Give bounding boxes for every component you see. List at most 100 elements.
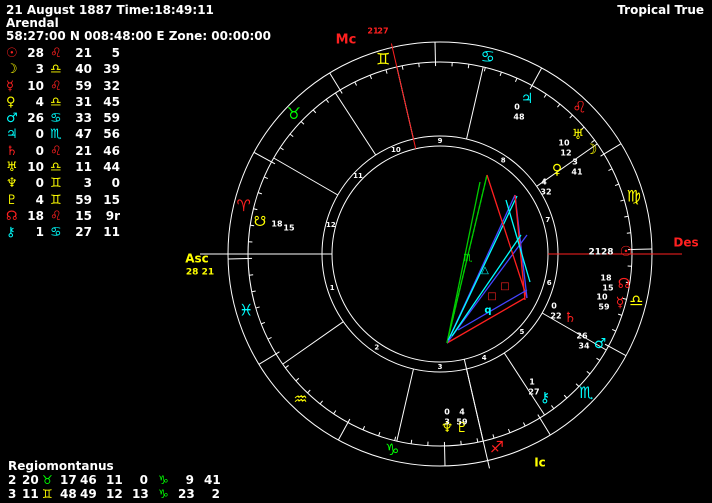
house-cusp-line xyxy=(503,352,545,416)
planet-glyph-icon: ♅ xyxy=(572,127,585,143)
planet-degree: 4 xyxy=(459,408,465,417)
planet-glyph-icon: ☽ xyxy=(585,142,598,158)
house-cusp-line xyxy=(536,143,598,187)
aspect-glyph-icon: ♏ xyxy=(464,253,473,264)
planet-degree: 10 xyxy=(27,160,44,175)
planet-minute: 15 xyxy=(75,208,92,223)
midheaven-degree: 21 xyxy=(367,27,379,36)
sign-glyph-icon: ♌ xyxy=(50,46,62,61)
house-cusp-line xyxy=(466,66,484,140)
midheaven-minute: 27 xyxy=(377,27,388,36)
degree-tick xyxy=(617,313,623,316)
aspect-line xyxy=(446,234,528,344)
planet-glyph-icon: ☊ xyxy=(618,276,630,292)
degree-tick xyxy=(557,103,561,108)
sign-boundary xyxy=(608,345,627,357)
degree-tick xyxy=(378,431,381,437)
degree-tick xyxy=(529,85,533,90)
degree-tick xyxy=(476,438,479,443)
planet-minute: 59 xyxy=(75,78,92,93)
house-minute: 0 xyxy=(139,473,148,487)
planet-glyph-icon: ☊ xyxy=(6,208,18,224)
planet-degree: 0 xyxy=(35,143,44,158)
sign-glyph-icon: ♌ xyxy=(50,143,62,159)
planet-glyph-icon: ♀ xyxy=(552,162,562,178)
imum-coeli-label: Ic xyxy=(534,456,546,470)
planet-glyph-icon: ⚷ xyxy=(540,390,550,406)
degree-tick xyxy=(333,410,337,415)
house-system-name: Regiomontanus xyxy=(8,459,114,473)
degree-tick xyxy=(362,426,366,431)
planet-minute: 48 xyxy=(513,113,525,122)
house-value: 49 xyxy=(80,487,97,501)
descendant-label: Des xyxy=(673,236,698,250)
aspect-line xyxy=(505,199,531,283)
zodiac-sign-icon: ♌ xyxy=(572,97,586,116)
planet-minute: 21 xyxy=(75,143,92,158)
planet-degree: 10 xyxy=(558,139,570,148)
degree-tick xyxy=(325,99,329,103)
planet-minute: 32 xyxy=(540,188,551,197)
aspect-glyph-icon: △ xyxy=(481,265,489,276)
degree-tick xyxy=(537,414,541,419)
planet-minute: 12 xyxy=(560,149,571,158)
planet-minute: 40 xyxy=(75,62,92,77)
aspect-line xyxy=(451,234,522,337)
planet-glyph-icon: ♇ xyxy=(6,192,18,208)
planet-minute: 59 xyxy=(75,192,92,207)
aspect-line xyxy=(446,174,488,344)
planet-degree: 18 xyxy=(27,208,44,223)
aspect-line xyxy=(457,289,528,331)
aspect-line xyxy=(446,174,488,344)
house-degree: 23 xyxy=(178,487,195,501)
degree-tick xyxy=(624,215,629,218)
wheel-ring xyxy=(247,61,633,447)
zodiac-sign-icon: ♐ xyxy=(490,437,504,456)
house-value: 46 xyxy=(80,473,97,487)
planet-glyph-icon: ♆ xyxy=(6,176,18,192)
aspect-line xyxy=(514,194,528,299)
house-number-label: 10 xyxy=(391,146,401,154)
planet-degree: 1 xyxy=(35,225,44,240)
planet-glyph-icon: ♃ xyxy=(6,127,18,143)
degree-tick xyxy=(614,183,620,187)
zodiac-sign-icon: ♍ xyxy=(627,187,641,206)
chart-coordinates: 58:27:00 N 008:48:00 E Zone: 00:00:00 xyxy=(6,29,271,43)
sign-glyph-icon: ♏ xyxy=(50,127,62,143)
degree-tick xyxy=(410,439,413,444)
house-minute: 2 xyxy=(211,487,220,501)
degree-tick xyxy=(312,109,317,114)
degree-tick xyxy=(514,77,518,82)
degree-tick xyxy=(250,224,255,227)
aspect-glyph-icon: q xyxy=(484,305,491,316)
planet-glyph-icon: ♀ xyxy=(6,94,16,110)
degree-tick xyxy=(483,67,486,72)
aspect-line xyxy=(446,194,516,344)
planet-minute: 15 xyxy=(283,224,295,233)
planet-degree: 4 xyxy=(35,192,44,207)
degree-tick xyxy=(401,65,404,70)
midheaven-axis-line xyxy=(390,43,417,149)
planet-minute: 59 xyxy=(456,418,468,427)
planet-minute: 41 xyxy=(571,168,583,177)
sign-boundary xyxy=(539,417,551,436)
degree-tick xyxy=(586,371,591,375)
sign-glyph-icon: ♌ xyxy=(50,208,62,224)
house-degree: 12 xyxy=(106,487,123,501)
sign-glyph-icon: ♑ xyxy=(158,487,169,501)
planet-second: 46 xyxy=(103,143,120,158)
midheaven-label: Mc xyxy=(336,33,357,48)
planet-second: 44 xyxy=(103,160,120,175)
degree-tick xyxy=(596,357,601,361)
degree-tick xyxy=(499,71,502,77)
planet-minute: 3 xyxy=(83,176,92,191)
planet-degree: 28 xyxy=(27,46,44,60)
degree-tick xyxy=(279,147,284,151)
planet-degree: 4 xyxy=(35,94,44,109)
degree-tick xyxy=(285,365,289,369)
planet-degree: 26 xyxy=(576,332,588,341)
planet-glyph-icon: ☿ xyxy=(616,295,625,311)
sign-glyph-icon: ♋ xyxy=(50,225,62,241)
planet-glyph-icon: ♇ xyxy=(456,420,469,436)
planet-glyph-icon: ☿ xyxy=(6,78,14,94)
